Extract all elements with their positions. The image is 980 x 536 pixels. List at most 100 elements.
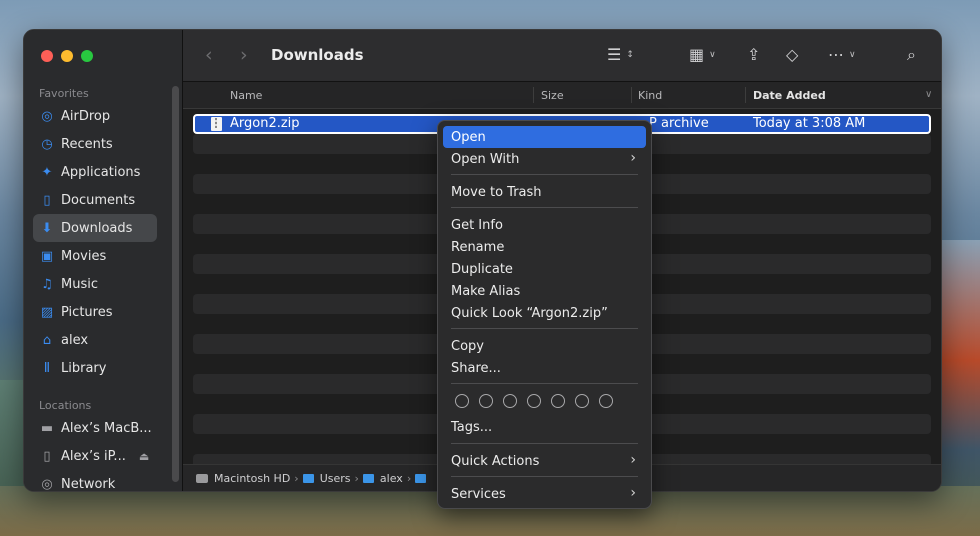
sidebar-item-downloads[interactable]: ⬇ Downloads — [33, 214, 157, 242]
menu-item-label: Rename — [451, 239, 505, 255]
menu-item-services[interactable]: Services › — [443, 483, 646, 505]
tag-icon: ◇ — [786, 45, 799, 64]
chevron-right-icon: › — [630, 150, 636, 166]
tag-circle[interactable] — [479, 394, 493, 408]
sidebar-item-label: Library — [61, 360, 107, 376]
phone-icon: ▯ — [43, 448, 51, 464]
zoom-button[interactable] — [81, 50, 93, 62]
sidebar: Favorites ◎ AirDrop ◷ Recents ✦ Applicat… — [24, 30, 183, 491]
toolbar: ‹ › Downloads ☰ ↕ ▦ ∨ ⇪ ◇ ⋯ ∨ ⌕ — [183, 30, 941, 82]
chevron-down-icon: ∨ — [709, 49, 716, 60]
sidebar-item-music[interactable]: ♫ Music — [33, 270, 157, 298]
menu-item-duplicate[interactable]: Duplicate — [443, 258, 646, 280]
menu-separator — [451, 207, 638, 208]
globe-icon: ◎ — [41, 476, 53, 492]
laptop-icon: ▬ — [40, 420, 54, 436]
column-divider[interactable] — [631, 87, 632, 103]
column-date-added[interactable]: Date Added — [753, 89, 826, 102]
sidebar-item-macbook[interactable]: ▬ Alex’s MacB... — [33, 414, 157, 442]
sidebar-item-airdrop[interactable]: ◎ AirDrop — [33, 102, 157, 130]
sidebar-item-alex[interactable]: ⌂ alex — [33, 326, 157, 354]
menu-separator — [451, 174, 638, 175]
menu-item-label: Share... — [451, 360, 501, 376]
forward-button[interactable]: › — [240, 44, 248, 66]
folder-icon — [415, 473, 427, 483]
sidebar-item-movies[interactable]: ▣ Movies — [33, 242, 157, 270]
airdrop-icon: ◎ — [41, 108, 53, 124]
zip-file-icon — [211, 117, 222, 131]
column-divider[interactable] — [745, 87, 746, 103]
menu-item-open-with[interactable]: Open With › — [443, 148, 646, 170]
menu-item-make-alias[interactable]: Make Alias — [443, 280, 646, 302]
menu-item-rename[interactable]: Rename — [443, 236, 646, 258]
menu-item-quick-look[interactable]: Quick Look “Argon2.zip” — [443, 302, 646, 324]
menu-item-tags[interactable]: Tags... — [443, 416, 646, 438]
menu-item-label: Open With — [451, 151, 520, 167]
tag-circle[interactable] — [599, 394, 613, 408]
menu-item-label: Move to Trash — [451, 184, 542, 200]
sidebar-item-label: AirDrop — [61, 108, 111, 124]
menu-item-quick-actions[interactable]: Quick Actions › — [443, 450, 646, 472]
path-separator: › — [354, 471, 359, 485]
hard-drive-icon — [196, 473, 208, 483]
action-button[interactable]: ⋯ ∨ — [828, 45, 856, 64]
sidebar-item-network[interactable]: ◎ Network — [33, 470, 157, 492]
sidebar-section-favorites: Favorites — [39, 87, 89, 100]
sidebar-item-label: Downloads — [61, 220, 133, 236]
search-button[interactable]: ⌕ — [907, 45, 916, 65]
tag-circle[interactable] — [527, 394, 541, 408]
menu-separator — [451, 443, 638, 444]
tag-circle[interactable] — [455, 394, 469, 408]
download-icon: ⬇ — [41, 220, 53, 236]
tag-circle[interactable] — [551, 394, 565, 408]
path-item[interactable]: alex — [380, 472, 403, 485]
menu-item-open[interactable]: Open — [443, 126, 646, 148]
back-button[interactable]: ‹ — [205, 44, 213, 66]
more-icon: ⋯ — [828, 45, 844, 64]
search-icon: ⌕ — [907, 45, 916, 64]
sidebar-item-recents[interactable]: ◷ Recents — [33, 130, 157, 158]
minimize-button[interactable] — [61, 50, 73, 62]
column-divider[interactable] — [533, 87, 534, 103]
menu-item-move-to-trash[interactable]: Move to Trash — [443, 181, 646, 203]
tag-button[interactable]: ◇ — [786, 45, 798, 64]
sidebar-item-pictures[interactable]: ▨ Pictures — [33, 298, 157, 326]
sidebar-item-label: alex — [61, 332, 89, 348]
chevron-down-icon: ∨ — [849, 49, 856, 60]
folder-icon — [362, 473, 374, 483]
tag-color-picker — [455, 394, 613, 408]
sidebar-item-label: Alex’s iP... — [61, 448, 126, 464]
applications-icon: ✦ — [41, 164, 53, 180]
column-size[interactable]: Size — [541, 89, 564, 102]
sidebar-item-applications[interactable]: ✦ Applications — [33, 158, 157, 186]
column-name[interactable]: Name — [230, 89, 262, 102]
tag-circle[interactable] — [575, 394, 589, 408]
tag-circle[interactable] — [503, 394, 517, 408]
menu-item-label: Quick Actions — [451, 453, 540, 469]
close-button[interactable] — [41, 50, 53, 62]
sidebar-item-documents[interactable]: ▯ Documents — [33, 186, 157, 214]
share-button[interactable]: ⇪ — [747, 45, 760, 64]
sidebar-item-library[interactable]: Ⅱ Library — [33, 354, 157, 382]
menu-separator — [451, 328, 638, 329]
photo-icon: ▨ — [40, 304, 54, 320]
path-item[interactable]: Macintosh HD — [214, 472, 290, 485]
path-separator: › — [294, 471, 299, 485]
column-header: Name Size Kind Date Added ∨ — [183, 82, 941, 109]
sidebar-item-iphone[interactable]: ▯ Alex’s iP... ⏏ — [33, 442, 157, 470]
menu-item-label: Duplicate — [451, 261, 513, 277]
menu-item-label: Make Alias — [451, 283, 521, 299]
menu-item-copy[interactable]: Copy — [443, 335, 646, 357]
eject-icon[interactable]: ⏏ — [139, 450, 149, 463]
menu-item-label: Open — [451, 129, 486, 145]
group-button[interactable]: ▦ ∨ — [689, 45, 716, 64]
view-options-button[interactable]: ☰ ↕ — [607, 45, 634, 64]
path-item[interactable]: Users — [320, 472, 351, 485]
menu-item-get-info[interactable]: Get Info — [443, 214, 646, 236]
file-name: Argon2.zip — [230, 116, 300, 131]
menu-item-share[interactable]: Share... — [443, 357, 646, 379]
music-note-icon: ♫ — [41, 276, 53, 292]
column-kind[interactable]: Kind — [638, 89, 662, 102]
sidebar-scrollbar[interactable] — [172, 86, 179, 482]
sidebar-item-label: Movies — [61, 248, 107, 264]
